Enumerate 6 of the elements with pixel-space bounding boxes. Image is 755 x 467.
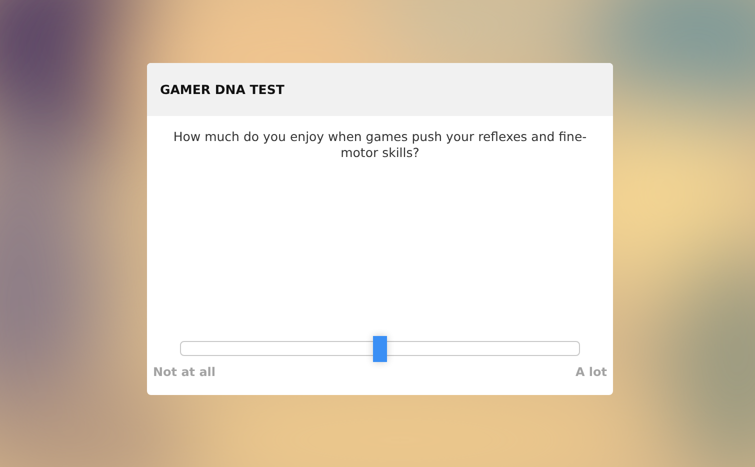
slider[interactable] bbox=[180, 336, 580, 362]
question-text: How much do you enjoy when games push your reflexes and fine-motor skills? bbox=[172, 129, 588, 161]
card-title: GAMER DNA TEST bbox=[160, 82, 284, 97]
slider-thumb[interactable] bbox=[373, 336, 387, 362]
min-label: Not at all bbox=[153, 365, 216, 379]
max-label: A lot bbox=[575, 365, 607, 379]
